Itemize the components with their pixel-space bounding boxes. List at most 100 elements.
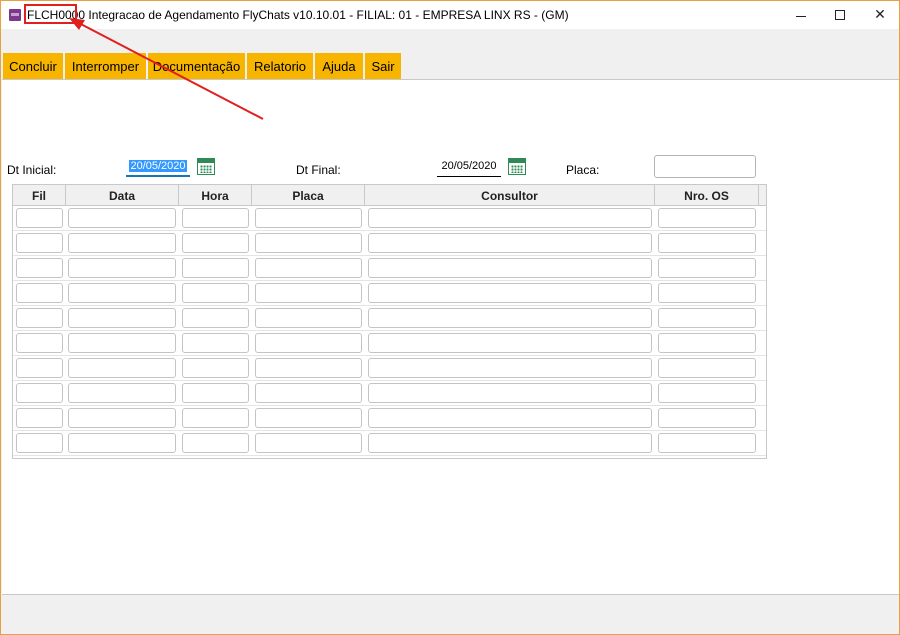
column-header-hora[interactable]: Hora xyxy=(179,185,252,206)
cell-consultor[interactable] xyxy=(368,383,652,403)
app-window: FLCH0000 Integracao de Agendamento FlyCh… xyxy=(0,0,900,635)
cell-fil[interactable] xyxy=(16,308,63,328)
cell-consultor[interactable] xyxy=(368,233,652,253)
cell-data[interactable] xyxy=(68,358,176,378)
table-row xyxy=(13,381,766,406)
cell-fil[interactable] xyxy=(16,333,63,353)
relatorio-button[interactable]: Relatorio xyxy=(247,53,314,79)
grid-header: Fil Data Hora Placa Consultor Nro. OS xyxy=(13,185,766,206)
cell-data[interactable] xyxy=(68,408,176,428)
cell-consultor[interactable] xyxy=(368,358,652,378)
cell-hora[interactable] xyxy=(182,383,249,403)
window-title: FLCH0000 Integracao de Agendamento FlyCh… xyxy=(27,8,569,22)
cell-fil[interactable] xyxy=(16,283,63,303)
cell-nro-os[interactable] xyxy=(658,308,756,328)
cell-data[interactable] xyxy=(68,258,176,278)
cell-data[interactable] xyxy=(68,283,176,303)
column-header-fil[interactable]: Fil xyxy=(13,185,66,206)
ajuda-button[interactable]: Ajuda xyxy=(315,53,364,79)
column-header-data[interactable]: Data xyxy=(66,185,179,206)
cell-nro-os[interactable] xyxy=(658,283,756,303)
title-bar: FLCH0000 Integracao de Agendamento FlyCh… xyxy=(1,1,899,29)
calendar-icon[interactable] xyxy=(197,158,215,175)
title-description: Integracao de Agendamento FlyChats v10.1… xyxy=(85,8,569,22)
cell-nro-os[interactable] xyxy=(658,383,756,403)
cell-hora[interactable] xyxy=(182,233,249,253)
table-row xyxy=(13,406,766,431)
cell-placa[interactable] xyxy=(255,233,362,253)
cell-consultor[interactable] xyxy=(368,258,652,278)
table-row xyxy=(13,206,766,231)
cell-nro-os[interactable] xyxy=(658,358,756,378)
dt-inicial-field[interactable]: 20/05/2020 xyxy=(126,157,190,177)
cell-data[interactable] xyxy=(68,433,176,453)
cell-nro-os[interactable] xyxy=(658,208,756,228)
cell-data[interactable] xyxy=(68,308,176,328)
table-row xyxy=(13,356,766,381)
placa-input[interactable] xyxy=(654,155,756,178)
interromper-button[interactable]: Interromper xyxy=(65,53,147,79)
cell-fil[interactable] xyxy=(16,208,63,228)
close-icon: ✕ xyxy=(874,7,886,23)
cell-fil[interactable] xyxy=(16,258,63,278)
cell-placa[interactable] xyxy=(255,333,362,353)
cell-fil[interactable] xyxy=(16,233,63,253)
dt-inicial-label: Dt Inicial: xyxy=(7,163,57,177)
cell-placa[interactable] xyxy=(255,283,362,303)
table-row xyxy=(13,331,766,356)
cell-placa[interactable] xyxy=(255,308,362,328)
cell-placa[interactable] xyxy=(255,433,362,453)
column-header-placa[interactable]: Placa xyxy=(252,185,365,206)
cell-nro-os[interactable] xyxy=(658,233,756,253)
app-icon[interactable] xyxy=(9,9,21,21)
dt-final-label: Dt Final: xyxy=(296,163,341,177)
table-row xyxy=(13,231,766,256)
status-bar xyxy=(2,596,899,634)
column-header-consultor[interactable]: Consultor xyxy=(365,185,655,206)
concluir-button[interactable]: Concluir xyxy=(3,53,64,79)
cell-fil[interactable] xyxy=(16,358,63,378)
cell-data[interactable] xyxy=(68,333,176,353)
cell-placa[interactable] xyxy=(255,408,362,428)
cell-hora[interactable] xyxy=(182,333,249,353)
cell-data[interactable] xyxy=(68,233,176,253)
cell-hora[interactable] xyxy=(182,408,249,428)
minimize-icon xyxy=(796,15,806,17)
cell-nro-os[interactable] xyxy=(658,408,756,428)
cell-placa[interactable] xyxy=(255,358,362,378)
cell-consultor[interactable] xyxy=(368,208,652,228)
cell-fil[interactable] xyxy=(16,408,63,428)
cell-hora[interactable] xyxy=(182,258,249,278)
column-header-nro-os[interactable]: Nro. OS xyxy=(655,185,759,206)
toolbar: Concluir Interromper Documentação Relato… xyxy=(1,29,899,79)
cell-fil[interactable] xyxy=(16,383,63,403)
cell-data[interactable] xyxy=(68,208,176,228)
cell-hora[interactable] xyxy=(182,433,249,453)
cell-placa[interactable] xyxy=(255,258,362,278)
calendar-icon[interactable] xyxy=(508,158,526,175)
results-grid: Fil Data Hora Placa Consultor Nro. OS xyxy=(12,184,767,459)
close-button[interactable]: ✕ xyxy=(857,1,900,29)
cell-nro-os[interactable] xyxy=(658,258,756,278)
dt-final-field[interactable]: 20/05/2020 xyxy=(437,157,501,177)
cell-consultor[interactable] xyxy=(368,333,652,353)
cell-hora[interactable] xyxy=(182,358,249,378)
cell-data[interactable] xyxy=(68,383,176,403)
cell-consultor[interactable] xyxy=(368,433,652,453)
cell-hora[interactable] xyxy=(182,283,249,303)
dt-inicial-value: 20/05/2020 xyxy=(129,160,187,172)
cell-fil[interactable] xyxy=(16,433,63,453)
cell-consultor[interactable] xyxy=(368,308,652,328)
sair-button[interactable]: Sair xyxy=(365,53,402,79)
documentacao-button[interactable]: Documentação xyxy=(148,53,246,79)
cell-consultor[interactable] xyxy=(368,408,652,428)
cell-placa[interactable] xyxy=(255,208,362,228)
cell-nro-os[interactable] xyxy=(658,333,756,353)
table-row xyxy=(13,256,766,281)
cell-nro-os[interactable] xyxy=(658,433,756,453)
cell-hora[interactable] xyxy=(182,208,249,228)
cell-consultor[interactable] xyxy=(368,283,652,303)
cell-hora[interactable] xyxy=(182,308,249,328)
cell-placa[interactable] xyxy=(255,383,362,403)
highlight-annotation-box xyxy=(24,4,77,24)
